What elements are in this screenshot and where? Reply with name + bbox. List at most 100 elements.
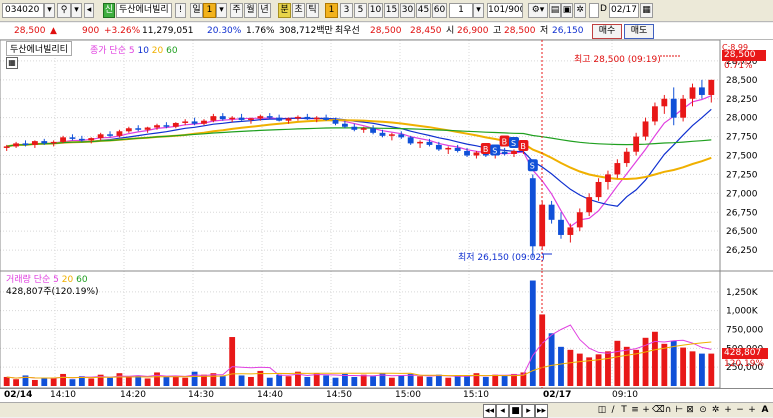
chart-options-icon[interactable]: ⚙▾ (528, 3, 548, 18)
volume-bar (689, 351, 696, 386)
interval-3-button[interactable]: 3 (340, 3, 353, 18)
candle-body (576, 212, 583, 228)
code-dropdown-icon[interactable]: ▾ (44, 3, 55, 18)
buy-button[interactable]: 매수 (592, 24, 622, 39)
nav-next-icon[interactable]: ▸ (522, 404, 535, 418)
candle-body (295, 116, 301, 119)
interval-5-button[interactable]: 5 (354, 3, 367, 18)
volume-info: 428,807주(120.19%) (6, 287, 99, 297)
volume-bar (182, 377, 189, 386)
period-day-button[interactable]: 일 (190, 3, 203, 18)
period-week-button[interactable]: 주 (230, 3, 243, 18)
price-tick-label: 26,250 (726, 246, 758, 256)
trade-amount: 308,712백만 (279, 26, 333, 36)
candle-body (652, 106, 658, 122)
lock-icon[interactable]: ▤ (549, 3, 561, 18)
search-icon[interactable]: ⚲ (57, 3, 71, 18)
period-minute-button[interactable]: 분 (278, 3, 291, 18)
chart-area[interactable]: 28,750 28,500 28,250 28,000 27,750 27,500 27,2… (0, 39, 773, 389)
volume-bar (276, 374, 283, 386)
clear-tool-icon[interactable]: ⊠ (685, 404, 695, 416)
volume-bar (445, 377, 452, 386)
zoom-settings-icon[interactable]: ✲ (710, 404, 721, 416)
interval-45-button[interactable]: 45 (416, 3, 431, 18)
nav-first-icon[interactable]: ◂◂ (483, 404, 496, 418)
x-label-3: 14:30 (188, 390, 214, 400)
add-indicator-icon[interactable]: + (747, 404, 757, 416)
stock-name-field[interactable]: 두산에너빌리 (116, 3, 172, 18)
candle-body (332, 119, 339, 124)
volume-bar (304, 376, 311, 386)
text-tool-icon[interactable]: T (619, 404, 629, 416)
volume-bar (248, 376, 254, 386)
prev-stock-icon[interactable]: ◂ (84, 3, 94, 18)
sell-button[interactable]: 매도 (624, 24, 654, 39)
volume-bar (501, 375, 508, 386)
period-tick-button[interactable]: 틱 (306, 3, 319, 18)
current-price-tag: 28,500 (722, 50, 766, 61)
candle-body (351, 126, 358, 130)
period-dropdown-icon[interactable]: ▾ (216, 3, 227, 18)
candle-body (50, 141, 57, 144)
volume-bar (88, 378, 95, 386)
nav-stop-icon[interactable]: ■ (509, 404, 522, 418)
chart-legend: 두산에너빌리티 (6, 41, 72, 56)
volume-bar (31, 379, 38, 386)
candle-body (201, 120, 207, 124)
up-arrow-icon: ▲ (50, 26, 57, 36)
stock-code-input[interactable]: 034020 (2, 3, 44, 18)
line-tool-icon[interactable]: ∕ (608, 404, 618, 416)
interval-1-button[interactable]: 1 (325, 3, 338, 18)
candle-body (97, 134, 104, 139)
interval-60-button[interactable]: 60 (432, 3, 447, 18)
calendar-icon[interactable]: ▦ (640, 3, 653, 18)
period-count-button[interactable]: 1 (203, 3, 216, 18)
zoom-in-icon[interactable]: + (723, 404, 733, 416)
save-icon[interactable]: ▣ (561, 3, 573, 18)
x-label-1: 14:10 (50, 390, 76, 400)
low-annotation: 최저 26,150 (09:02) (458, 253, 545, 263)
price-volume-chart[interactable]: 28,75028,50028,25028,00027,75027,50027,2… (0, 39, 773, 389)
search-dropdown-icon[interactable]: ▾ (71, 3, 82, 18)
candle-body (229, 117, 236, 120)
settings-icon[interactable]: ✲ (574, 3, 586, 18)
candle-body (680, 98, 687, 118)
volume-bar (332, 377, 339, 386)
custom-interval-dropdown-icon[interactable]: ▾ (473, 3, 484, 18)
price-tick-label: 27,500 (726, 152, 758, 162)
chart-toolbar: 034020 ▾ ⚲ ▾ ◂ 신 두산에너빌리 ! 일 1 ▾ 주 월 년 분 … (0, 0, 773, 22)
nav-last-icon[interactable]: ▸▸ (535, 404, 548, 418)
zoom-reset-icon[interactable]: ⊙ (697, 404, 709, 416)
period-year-button[interactable]: 년 (258, 3, 271, 18)
candle-body (257, 116, 264, 119)
custom-interval-input[interactable]: 1 (449, 3, 473, 18)
period-second-button[interactable]: 초 (292, 3, 305, 18)
date-input[interactable]: 02/17 (609, 3, 639, 18)
price-tick-label: 27,750 (726, 133, 758, 143)
volume-bar (285, 376, 292, 386)
magnet-tool-icon[interactable]: ∩ (663, 404, 673, 416)
grid-menu-icon[interactable]: ▦ (6, 57, 18, 69)
volume-tick-label: 750,000 (726, 326, 763, 336)
interval-10-button[interactable]: 10 (368, 3, 383, 18)
font-size-icon[interactable]: A (759, 404, 771, 416)
interval-30-button[interactable]: 30 (400, 3, 415, 18)
volume-bar (464, 376, 470, 386)
ruler-tool-icon[interactable]: ⊢ (674, 404, 684, 416)
draw-tool-icon[interactable]: ◫ (597, 404, 607, 416)
sell-signal-label: S (530, 161, 535, 170)
notice-button[interactable]: ! (175, 3, 186, 18)
cross-tool-icon[interactable]: + (641, 404, 651, 416)
fib-tool-icon[interactable]: ≡ (630, 404, 640, 416)
best-bid: 28,450 (410, 26, 442, 36)
time-axis: 02/14 14:10 14:20 14:30 14:40 14:50 15:0… (0, 388, 773, 402)
eraser-tool-icon[interactable]: ⌫ (652, 404, 665, 416)
volume-bar (60, 373, 66, 386)
volume-bar (661, 343, 668, 386)
period-month-button[interactable]: 월 (244, 3, 257, 18)
date-checkbox[interactable] (589, 3, 599, 18)
candle-body (548, 204, 555, 220)
nav-prev-icon[interactable]: ◂ (496, 404, 509, 418)
zoom-out-icon[interactable]: − (735, 404, 745, 416)
interval-15-button[interactable]: 15 (384, 3, 399, 18)
